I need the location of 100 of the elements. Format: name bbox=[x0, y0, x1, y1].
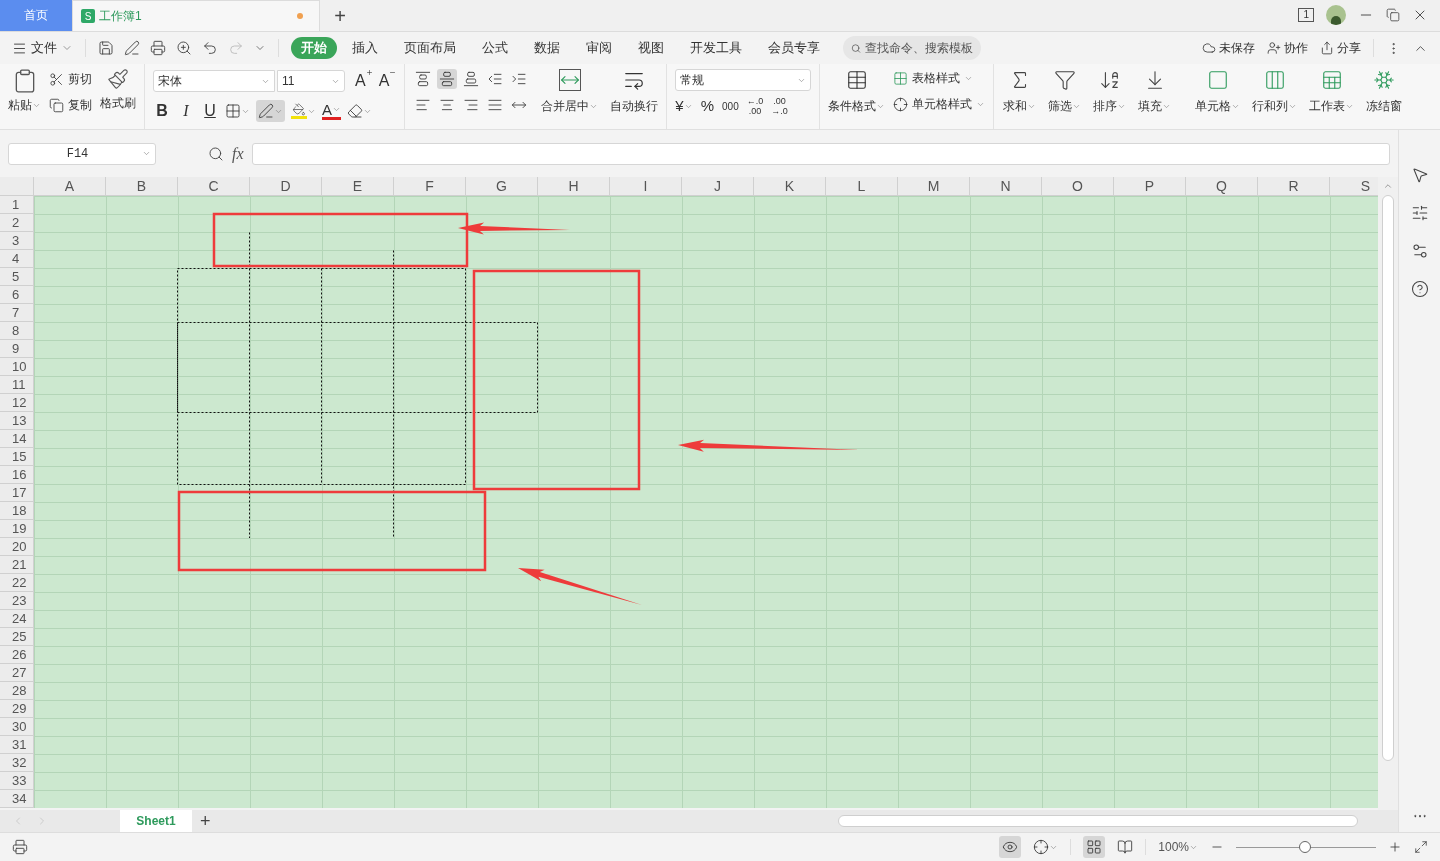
search-field[interactable]: 查找命令、搜索模板 bbox=[843, 36, 981, 60]
fullscreen-icon[interactable] bbox=[1414, 840, 1428, 854]
align-left-icon[interactable] bbox=[415, 97, 432, 113]
row-header[interactable]: 18 bbox=[0, 502, 33, 520]
alignment-button[interactable] bbox=[437, 69, 458, 89]
zoom-icon[interactable] bbox=[208, 145, 224, 162]
clear-button[interactable] bbox=[347, 103, 372, 119]
undo-icon[interactable] bbox=[202, 40, 218, 56]
sheet-tab[interactable]: Sheet1 bbox=[120, 810, 192, 832]
justify-icon[interactable] bbox=[487, 97, 504, 113]
row-header[interactable]: 12 bbox=[0, 394, 33, 412]
underline-button[interactable]: U bbox=[201, 99, 219, 123]
column-header[interactable]: M bbox=[898, 177, 970, 195]
column-header[interactable]: D bbox=[250, 177, 322, 195]
column-header[interactable]: H bbox=[538, 177, 610, 195]
row-header[interactable]: 21 bbox=[0, 556, 33, 574]
merge-center-button[interactable]: 合并居中 bbox=[541, 69, 599, 115]
eye-protection-button[interactable] bbox=[999, 836, 1022, 858]
percent-button[interactable]: % bbox=[700, 95, 715, 118]
page-view-icon[interactable] bbox=[1117, 839, 1134, 855]
align-center-icon[interactable] bbox=[439, 97, 456, 113]
pen-icon[interactable] bbox=[124, 40, 140, 56]
row-header[interactable]: 5 bbox=[0, 268, 33, 286]
normal-view-button[interactable] bbox=[1083, 836, 1106, 858]
avatar[interactable] bbox=[1326, 5, 1346, 25]
row-header[interactable]: 8 bbox=[0, 322, 33, 340]
cut-button[interactable]: 剪切 bbox=[49, 70, 92, 88]
table-style-button[interactable]: 表格样式 bbox=[893, 69, 986, 87]
currency-button[interactable]: ¥ bbox=[675, 95, 693, 118]
column-header[interactable]: P bbox=[1114, 177, 1186, 195]
zoom-slider-thumb[interactable] bbox=[1298, 841, 1311, 853]
crosshair-button[interactable] bbox=[1033, 839, 1059, 855]
italic-button[interactable]: I bbox=[177, 99, 195, 123]
ribbon-tab[interactable]: 公式 bbox=[471, 37, 519, 59]
window-count[interactable]: 1 bbox=[1298, 8, 1314, 22]
column-header[interactable]: G bbox=[466, 177, 538, 195]
column-header[interactable]: Q bbox=[1186, 177, 1258, 195]
toolbar-action[interactable]: 未保存 bbox=[1202, 39, 1255, 57]
number-format-field[interactable]: 常规 bbox=[675, 69, 812, 91]
wrap-text-button[interactable]: 自动换行 bbox=[610, 69, 659, 115]
ribbon-tab[interactable]: 会员专享 bbox=[757, 37, 831, 59]
row-header[interactable]: 16 bbox=[0, 466, 33, 484]
row-header[interactable]: 7 bbox=[0, 304, 33, 322]
file-menu[interactable]: 文件 bbox=[12, 38, 73, 58]
toolbar-action[interactable]: 分享 bbox=[1320, 39, 1361, 57]
name-box[interactable]: F14 bbox=[8, 142, 156, 165]
ribbon-button[interactable]: 行和列 bbox=[1247, 69, 1303, 115]
ribbon-tab[interactable]: 审阅 bbox=[575, 37, 623, 59]
column-header[interactable]: B bbox=[106, 177, 178, 195]
font-color-button[interactable]: A bbox=[322, 102, 341, 120]
row-header[interactable]: 26 bbox=[0, 646, 33, 664]
align-right-icon[interactable] bbox=[463, 97, 480, 113]
font-name-field[interactable]: 宋体 bbox=[153, 70, 275, 92]
grow-font-button[interactable]: A bbox=[355, 69, 373, 93]
row-header[interactable]: 10 bbox=[0, 358, 33, 376]
ribbon-button[interactable]: 冻结窗 bbox=[1361, 69, 1408, 115]
ribbon-tab[interactable]: 页面布局 bbox=[393, 37, 467, 59]
ribbon-tab[interactable]: 开发工具 bbox=[679, 37, 753, 59]
cell-style-button[interactable]: 单元格样式 bbox=[893, 95, 986, 113]
print-icon[interactable] bbox=[150, 40, 166, 56]
ribbon-button[interactable]: 填充 bbox=[1133, 69, 1177, 115]
column-header[interactable]: A bbox=[34, 177, 106, 195]
row-header[interactable]: 11 bbox=[0, 376, 33, 394]
column-header[interactable]: R bbox=[1258, 177, 1330, 195]
column-header[interactable]: F bbox=[394, 177, 466, 195]
conditional-format-button[interactable]: 条件格式 bbox=[828, 69, 886, 115]
border-button[interactable] bbox=[225, 103, 250, 119]
help-icon[interactable] bbox=[1410, 280, 1429, 298]
format-painter-button[interactable]: 格式刷 bbox=[100, 68, 136, 112]
zoom-slider[interactable] bbox=[1236, 840, 1376, 854]
row-header[interactable]: 2 bbox=[0, 214, 33, 232]
copy-button[interactable]: 复制 bbox=[49, 96, 92, 114]
row-header[interactable]: 29 bbox=[0, 700, 33, 718]
row-header[interactable]: 33 bbox=[0, 772, 33, 790]
row-header[interactable]: 32 bbox=[0, 754, 33, 772]
row-header[interactable]: 6 bbox=[0, 286, 33, 304]
horizontal-scrollbar[interactable] bbox=[838, 815, 1358, 827]
thousands-button[interactable]: 000 bbox=[722, 98, 739, 114]
column-header[interactable]: C bbox=[178, 177, 250, 195]
column-header[interactable]: I bbox=[610, 177, 682, 195]
paste-button[interactable]: 粘贴 bbox=[8, 68, 41, 114]
ribbon-button[interactable]: 求和 bbox=[998, 69, 1042, 115]
ribbon-button[interactable]: 筛选 bbox=[1043, 69, 1087, 115]
ribbon-button[interactable]: 单元格 bbox=[1190, 69, 1246, 115]
decimal-button[interactable]: .00 →.0 bbox=[771, 96, 788, 117]
row-header[interactable]: 20 bbox=[0, 538, 33, 556]
save-icon[interactable] bbox=[98, 40, 114, 56]
row-header[interactable]: 4 bbox=[0, 250, 33, 268]
column-header[interactable]: K bbox=[754, 177, 826, 195]
add-sheet-button[interactable]: + bbox=[200, 812, 211, 830]
row-header[interactable]: 34 bbox=[0, 790, 33, 808]
ribbon-button[interactable]: 排序 bbox=[1088, 69, 1132, 115]
row-header[interactable]: 13 bbox=[0, 412, 33, 430]
column-header[interactable]: O bbox=[1042, 177, 1114, 195]
fill-color-button[interactable] bbox=[291, 103, 316, 119]
zoom-level[interactable]: 100% bbox=[1158, 838, 1198, 856]
row-header[interactable]: 1 bbox=[0, 196, 33, 214]
draw-border-button[interactable] bbox=[256, 100, 285, 122]
cursor-icon[interactable] bbox=[1410, 166, 1429, 184]
row-header[interactable]: 17 bbox=[0, 484, 33, 502]
